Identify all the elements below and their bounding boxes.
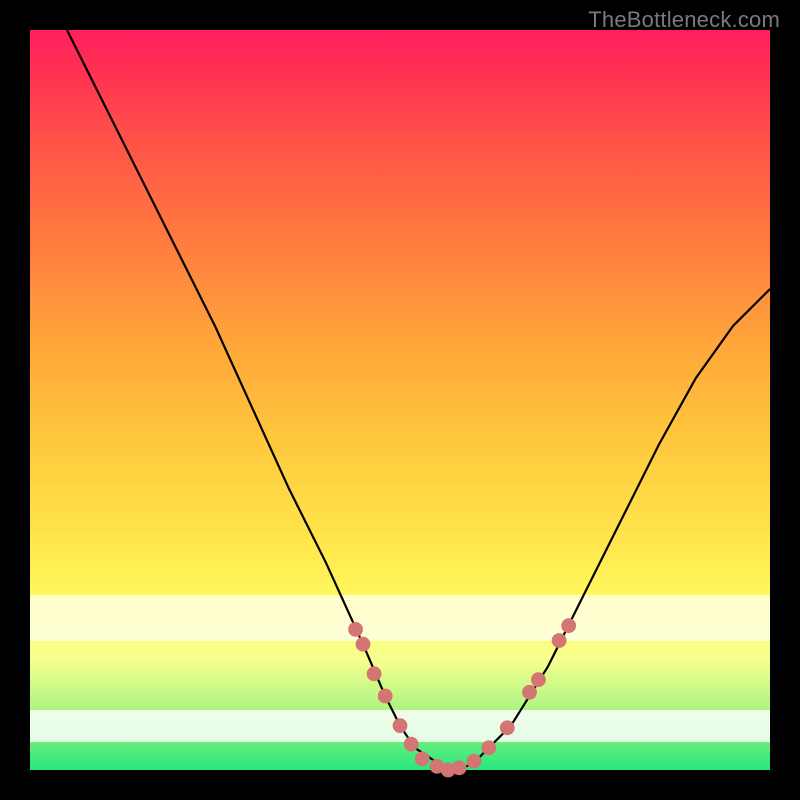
curve-marker xyxy=(393,718,408,733)
curve-marker xyxy=(367,666,382,681)
curve-marker xyxy=(404,737,419,752)
curve-marker xyxy=(500,720,515,735)
curve-marker xyxy=(415,752,430,767)
chart-frame: TheBottleneck.com xyxy=(0,0,800,800)
curve-marker xyxy=(378,689,393,704)
curve-marker xyxy=(467,754,482,769)
bottleneck-curve xyxy=(67,30,770,770)
watermark-text: TheBottleneck.com xyxy=(588,7,780,33)
curve-marker xyxy=(348,622,363,637)
plot-area xyxy=(30,30,770,770)
curve-marker xyxy=(481,740,496,755)
marker-group xyxy=(348,618,576,777)
curve-marker xyxy=(531,672,546,687)
curve-marker xyxy=(552,633,567,648)
chart-svg xyxy=(30,30,770,770)
curve-marker xyxy=(522,685,537,700)
curve-marker xyxy=(561,618,576,633)
curve-marker xyxy=(452,760,467,775)
curve-marker xyxy=(356,637,371,652)
